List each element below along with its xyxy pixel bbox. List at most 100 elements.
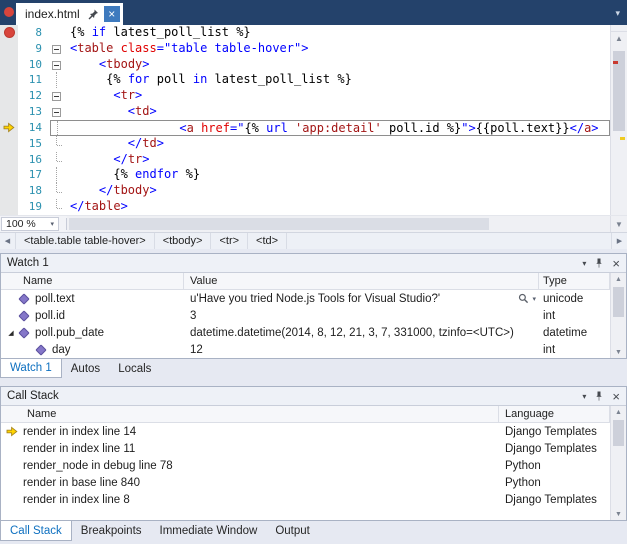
breadcrumb-item[interactable]: <tbody> xyxy=(155,233,212,249)
close-icon[interactable]: × xyxy=(612,390,620,403)
zoom-select[interactable]: 100 % ▾ xyxy=(1,217,59,231)
code-text: {% if latest_poll_list %} xyxy=(63,25,610,41)
scrollbar-thumb[interactable] xyxy=(613,287,624,317)
call-stack-frame[interactable]: render_node in debug line 78Python xyxy=(1,457,610,474)
collapse-icon[interactable] xyxy=(52,45,61,54)
watch-row[interactable]: ◢poll.pub_datedatetime.datetime(2014, 8,… xyxy=(1,324,610,341)
pin-icon[interactable] xyxy=(88,9,99,20)
code-line[interactable]: 9<table class="table table-hover"> xyxy=(0,41,610,57)
breakpoint-gutter[interactable] xyxy=(0,199,18,215)
breadcrumb-item[interactable]: <table.table table-hover> xyxy=(16,233,155,249)
code-line[interactable]: 15 </td> xyxy=(0,136,610,152)
scrollbar-thumb[interactable] xyxy=(69,218,489,230)
window-position-icon[interactable]: ▾ xyxy=(582,392,586,401)
tool-tab-output[interactable]: Output xyxy=(266,521,319,541)
breakpoint-gutter[interactable] xyxy=(0,88,18,104)
breakpoint-gutter[interactable] xyxy=(0,136,18,152)
watch-value-cell: datetime.datetime(2014, 8, 12, 21, 3, 7,… xyxy=(184,324,539,341)
scroll-down-icon[interactable]: ▼ xyxy=(611,508,626,520)
collapse-icon[interactable] xyxy=(52,108,61,117)
code-lines[interactable]: 8{% if latest_poll_list %}9<table class=… xyxy=(0,25,610,215)
column-header-name[interactable]: Name xyxy=(1,273,184,289)
close-icon[interactable]: × xyxy=(104,6,120,22)
code-line[interactable]: 11 {% for poll in latest_poll_list %} xyxy=(0,72,610,88)
watch-row[interactable]: day12int xyxy=(1,341,610,358)
magnifier-icon[interactable] xyxy=(518,293,529,304)
breakpoint-gutter[interactable] xyxy=(0,41,18,57)
call-stack-frame[interactable]: render in index line 11Django Templates xyxy=(1,440,610,457)
code-line[interactable]: 14 <a href="{% url 'app:detail' poll.id … xyxy=(0,120,610,136)
chevron-down-icon[interactable]: ▾ xyxy=(532,295,536,303)
scrollbar-track[interactable] xyxy=(611,45,627,215)
code-editor[interactable]: 8{% if latest_poll_list %}9<table class=… xyxy=(0,25,627,249)
column-header-name[interactable]: Name xyxy=(1,406,499,422)
call-stack-title-bar[interactable]: Call Stack ▾ × xyxy=(1,387,626,406)
editor-vertical-scrollbar[interactable]: ▲ xyxy=(610,25,627,215)
breakpoint-gutter[interactable] xyxy=(0,167,18,183)
fold-margin[interactable] xyxy=(50,41,63,57)
breadcrumb-scroll-right-icon[interactable]: ▶ xyxy=(611,233,627,249)
call-stack-frame[interactable]: render in base line 840Python xyxy=(1,474,610,491)
tool-tab-call-stack[interactable]: Call Stack xyxy=(0,521,72,541)
watch-row[interactable]: poll.textu'Have you tried Node.js Tools … xyxy=(1,290,610,307)
breakpoint-gutter[interactable] xyxy=(0,152,18,168)
close-icon[interactable]: × xyxy=(612,257,620,270)
window-position-icon[interactable]: ▾ xyxy=(582,259,586,268)
scroll-up-icon[interactable]: ▲ xyxy=(611,406,626,418)
collapse-icon[interactable] xyxy=(52,92,61,101)
call-stack-frame[interactable]: render in index line 14Django Templates xyxy=(1,423,610,440)
column-header-type[interactable]: Type xyxy=(539,273,610,289)
editor-horizontal-scrollbar[interactable] xyxy=(67,216,610,232)
tool-tab-locals[interactable]: Locals xyxy=(109,359,160,378)
code-line[interactable]: 16 </tr> xyxy=(0,152,610,168)
code-line[interactable]: 12 <tr> xyxy=(0,88,610,104)
pin-icon[interactable] xyxy=(594,258,604,268)
splitter-grip[interactable] xyxy=(611,25,627,32)
breakpoint-gutter[interactable] xyxy=(0,25,18,41)
code-line[interactable]: 19</table> xyxy=(0,199,610,215)
call-stack-scrollbar[interactable]: ▲ ▼ xyxy=(610,406,626,520)
code-line[interactable]: 18 </tbody> xyxy=(0,183,610,199)
fold-margin[interactable] xyxy=(50,104,63,120)
breakpoint-gutter[interactable] xyxy=(0,72,18,88)
fold-margin[interactable] xyxy=(50,57,63,73)
scroll-down-icon[interactable]: ▼ xyxy=(611,346,626,358)
breakpoint-gutter[interactable] xyxy=(0,57,18,73)
scroll-up-icon[interactable]: ▲ xyxy=(611,273,626,285)
watch-row[interactable]: poll.id3int xyxy=(1,307,610,324)
expand-toggle-icon[interactable]: ◢ xyxy=(5,329,17,337)
fold-margin[interactable] xyxy=(50,88,63,104)
watch-title-bar[interactable]: Watch 1 ▾ × xyxy=(1,254,626,273)
code-line[interactable]: 8{% if latest_poll_list %} xyxy=(0,25,610,41)
collapse-icon[interactable] xyxy=(52,61,61,70)
code-line[interactable]: 13 <td> xyxy=(0,104,610,120)
breakpoint-gutter[interactable] xyxy=(0,104,18,120)
breadcrumb-scroll-left-icon[interactable]: ◀ xyxy=(0,233,16,249)
tab-list-dropdown-icon[interactable]: ▾ xyxy=(615,8,620,19)
tool-tab-immediate-window[interactable]: Immediate Window xyxy=(151,521,267,541)
breakpoint-gutter[interactable] xyxy=(0,120,18,136)
scrollbar-track[interactable] xyxy=(611,418,626,508)
tool-tab-breakpoints[interactable]: Breakpoints xyxy=(72,521,151,541)
column-header-value[interactable]: Value xyxy=(184,273,539,289)
pin-icon[interactable] xyxy=(594,391,604,401)
breakpoint-gutter[interactable] xyxy=(0,183,18,199)
scrollbar-track[interactable] xyxy=(611,285,626,346)
breadcrumb-item[interactable]: <tr> xyxy=(211,233,248,249)
tool-tab-watch-1[interactable]: Watch 1 xyxy=(0,359,62,378)
breadcrumb-item[interactable]: <td> xyxy=(248,233,287,249)
watch-name: day xyxy=(52,344,71,356)
breakpoint-indicator[interactable] xyxy=(4,27,15,38)
code-line[interactable]: 10 <tbody> xyxy=(0,57,610,73)
document-tab[interactable]: index.html × xyxy=(16,3,123,25)
value-visualizer[interactable]: ▾ xyxy=(518,293,536,304)
scrollbar-thumb[interactable] xyxy=(613,420,624,446)
line-number: 10 xyxy=(18,57,50,73)
scroll-up-icon[interactable]: ▲ xyxy=(611,32,627,45)
watch-scrollbar[interactable]: ▲ ▼ xyxy=(610,273,626,358)
tool-tab-autos[interactable]: Autos xyxy=(62,359,109,378)
column-header-language[interactable]: Language xyxy=(499,406,610,422)
code-line[interactable]: 17 {% endfor %} xyxy=(0,167,610,183)
scroll-down-icon[interactable]: ▼ xyxy=(610,216,627,232)
call-stack-frame[interactable]: render in index line 8Django Templates xyxy=(1,491,610,508)
